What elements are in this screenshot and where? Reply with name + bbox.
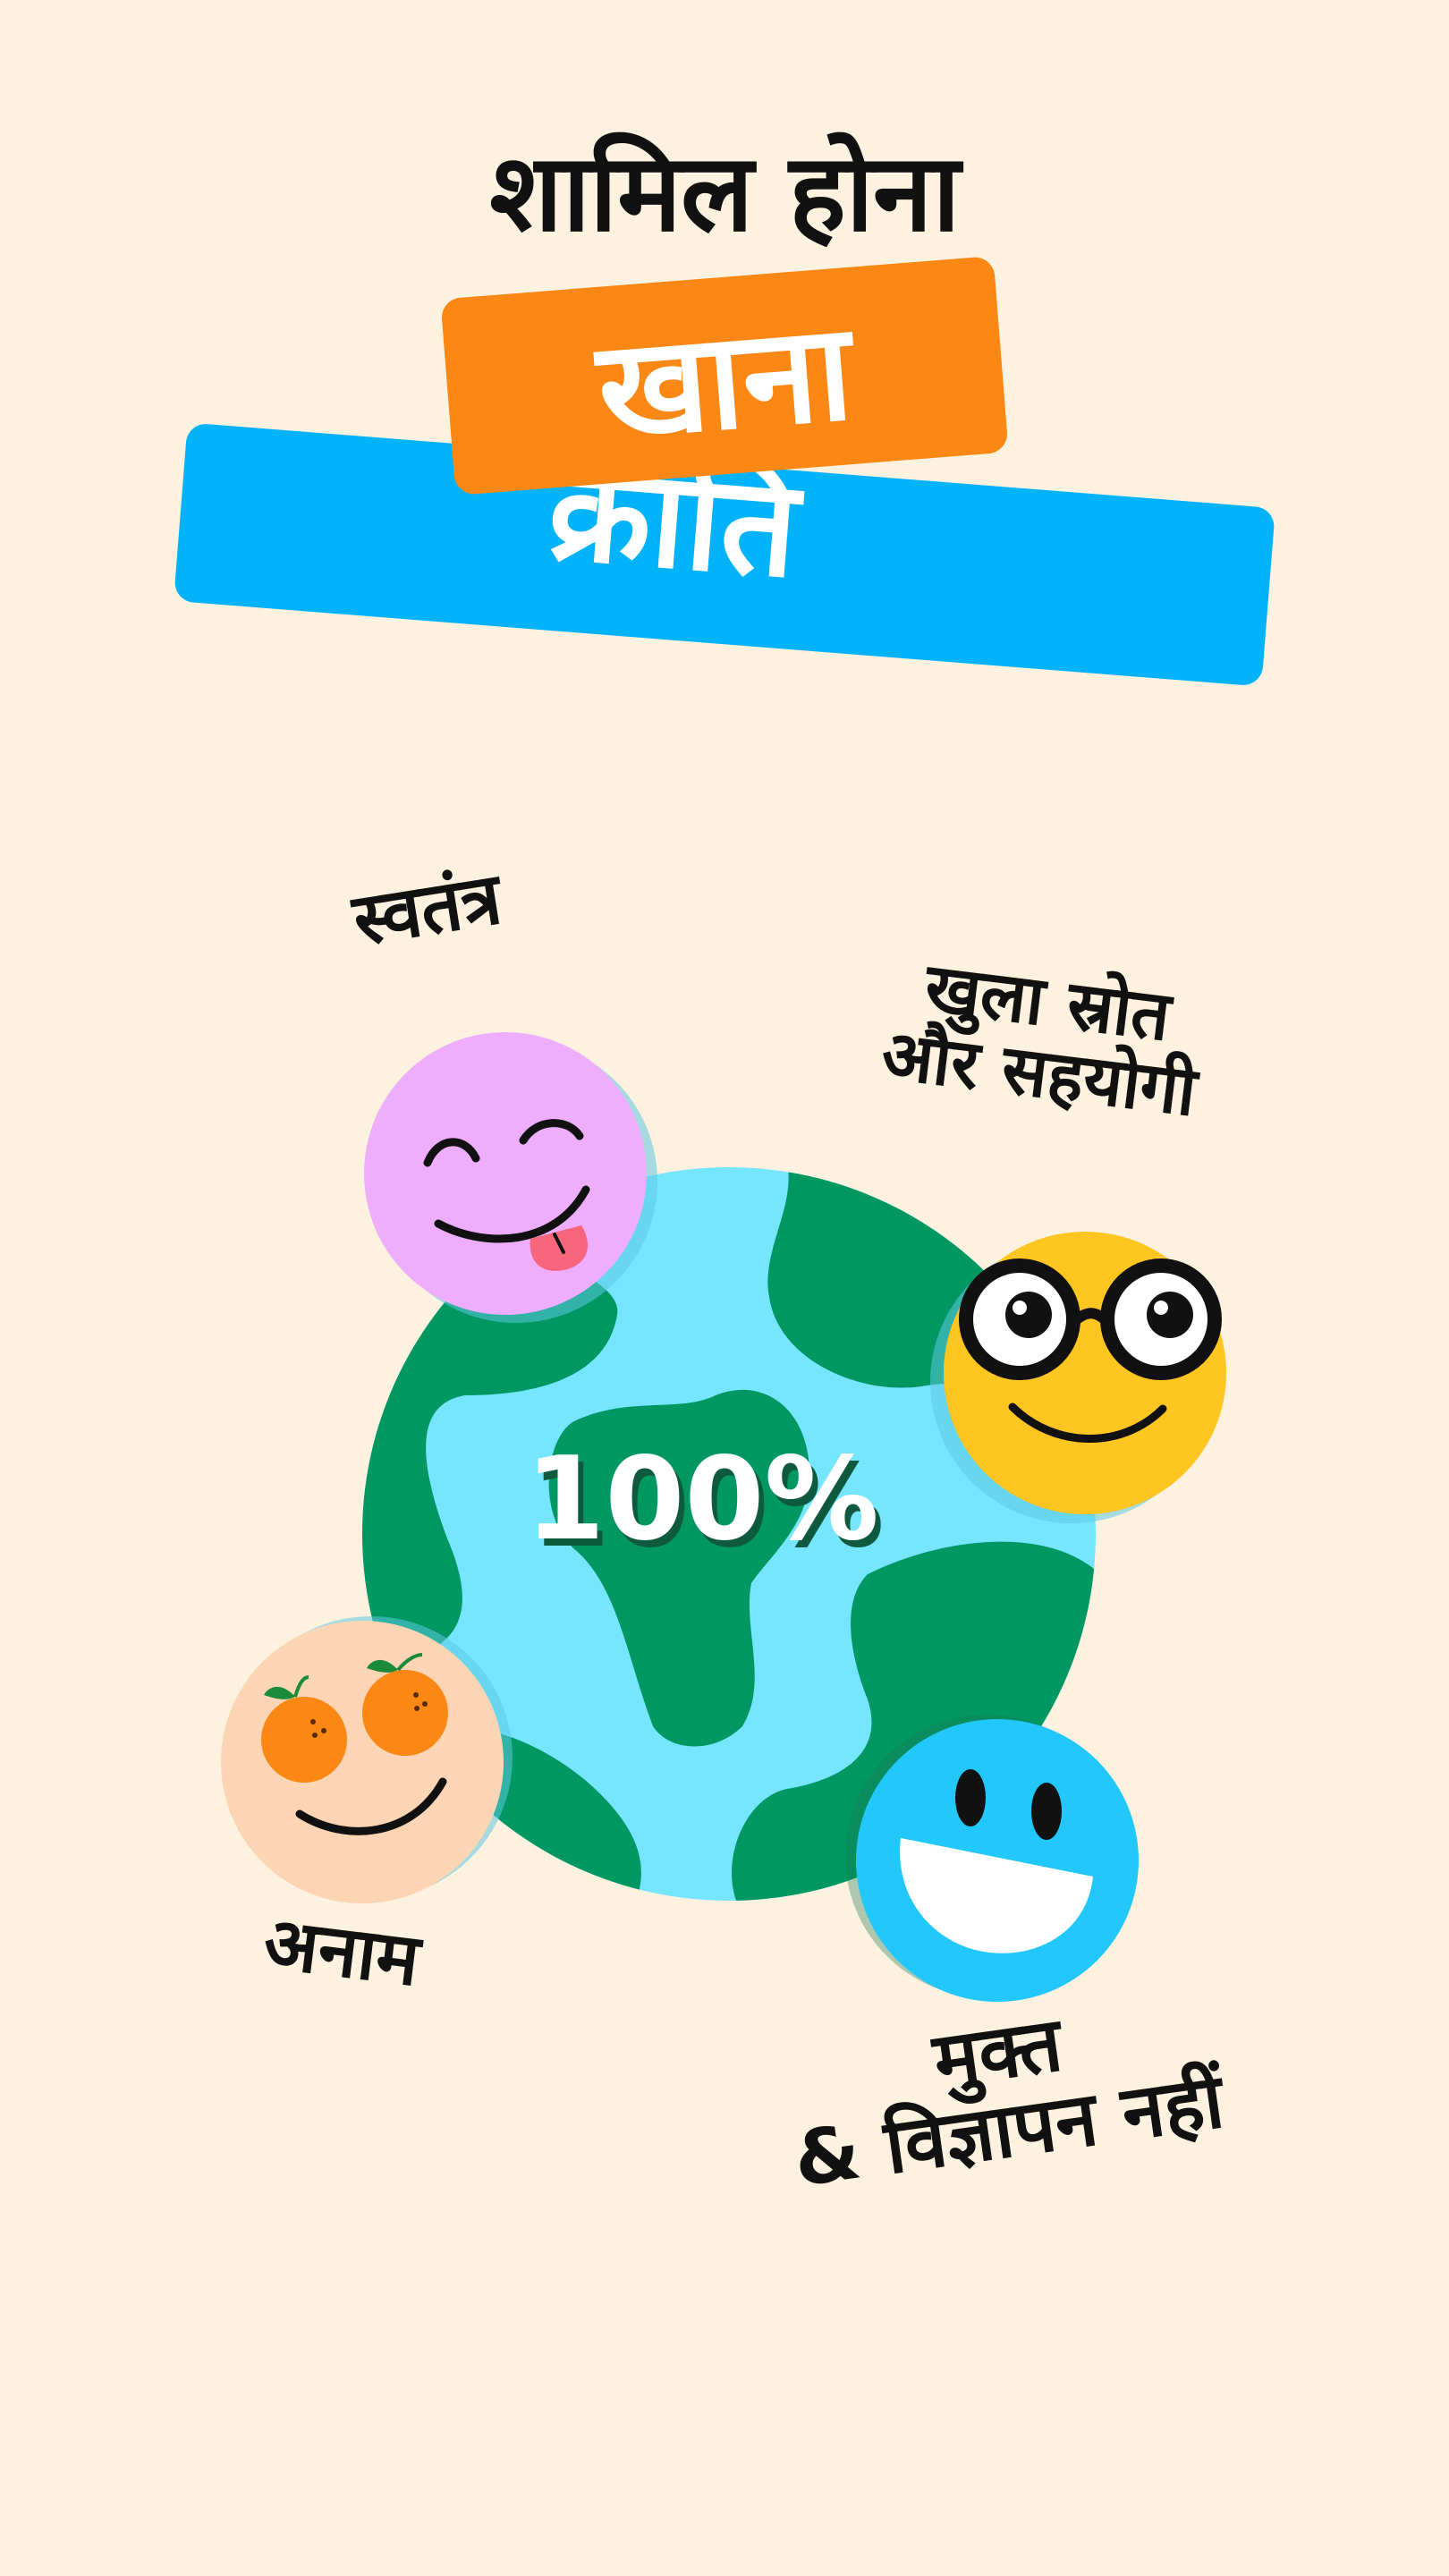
grinning-face-icon (845, 1715, 1139, 2002)
feature-anonymous-label: अनाम (259, 1900, 425, 2003)
center-value: 100% (525, 1433, 878, 1566)
illustration: 100% 100% (221, 1032, 1226, 2002)
orange-eyes-face-icon (221, 1616, 513, 1903)
tongue-out-face-icon (364, 1032, 657, 1323)
